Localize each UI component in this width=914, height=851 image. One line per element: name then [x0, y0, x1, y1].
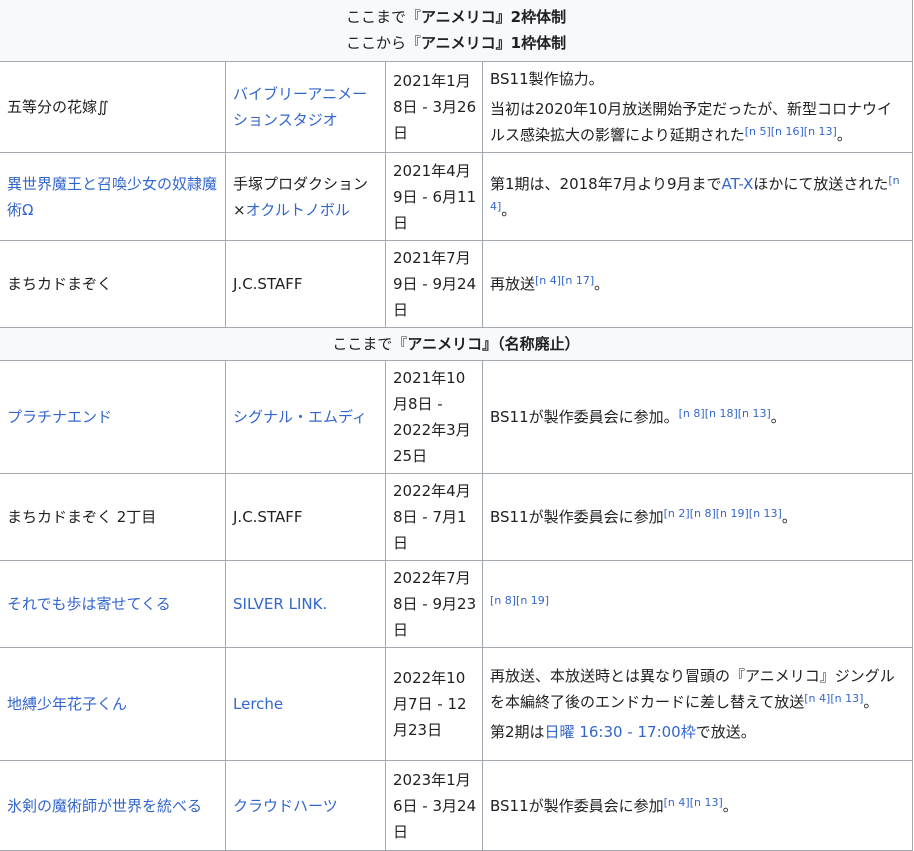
note-line: BS11製作協力。	[490, 70, 604, 88]
note-cell: BS11が製作委員会に参加[n 4][n 13]。	[481, 760, 914, 851]
studio-link[interactable]: Lerche	[233, 695, 283, 713]
note-cell: [n 8][n 19]	[481, 560, 914, 648]
at-x-link[interactable]: AT-X	[722, 175, 754, 193]
separator-cell: ここまで『アニメリコ』2枠体制 ここから『アニメリコ』1枠体制	[0, 0, 914, 62]
title-link[interactable]: プラチナエンド	[7, 408, 112, 426]
date-cell: 2021年7月9日 - 9月24日	[385, 240, 483, 328]
note-cell: 第1期は、2018年7月より9月までAT-Xほかにて放送された[n 4]。	[481, 152, 914, 241]
studio-link[interactable]: クラウドハーツ	[233, 797, 338, 815]
title-cell[interactable]: 異世界魔王と召喚少女の奴隷魔術Ω	[0, 152, 226, 241]
note-cell: BS11が製作委員会に参加[n 2][n 8][n 19][n 13]。	[481, 473, 914, 561]
reference-links[interactable]: [n 4][n 13]	[804, 692, 863, 705]
studio-cell[interactable]: SILVER LINK.	[225, 560, 386, 648]
table-row: 異世界魔王と召喚少女の奴隷魔術Ω 手塚プロダクション×オクルトノボル 2021年…	[0, 152, 914, 241]
studio-link[interactable]: シグナル・エムディ	[233, 408, 367, 426]
note-line: 当初は2020年10月放送開始予定だったが、新型コロナウイルス感染拡大の影響によ…	[490, 100, 892, 144]
date-cell: 2021年10月8日 - 2022年3月25日	[385, 360, 483, 474]
separator-until-two-slots: ここまで『アニメリコ』2枠体制	[345, 8, 567, 26]
note-cell: BS11製作協力。 当初は2020年10月放送開始予定だったが、新型コロナウイル…	[481, 61, 914, 153]
date-cell: 2021年1月8日 - 3月26日	[385, 61, 483, 153]
date-cell: 2021年4月9日 - 6月11日	[385, 152, 483, 241]
table-row: 五等分の花嫁∬ バイブリーアニメーションスタジオ 2021年1月8日 - 3月2…	[0, 61, 914, 153]
studio-link[interactable]: バイブリーアニメーションスタジオ	[233, 85, 367, 129]
studio-cell: 手塚プロダクション×オクルトノボル	[225, 152, 386, 241]
studio-cell: J.C.STAFF	[225, 240, 386, 328]
studio-cell: J.C.STAFF	[225, 473, 386, 561]
broadcast-table: ここまで『アニメリコ』2枠体制 ここから『アニメリコ』1枠体制 五等分の花嫁∬ …	[0, 0, 914, 851]
table-row: まちカドまぞく J.C.STAFF 2021年7月9日 - 9月24日 再放送[…	[0, 240, 914, 328]
title-link[interactable]: 異世界魔王と召喚少女の奴隷魔術Ω	[7, 175, 217, 219]
table-row: まちカドまぞく 2丁目 J.C.STAFF 2022年4月8日 - 7月1日 B…	[0, 473, 914, 561]
note-line: 再放送、本放送時とは異なり冒頭の『アニメリコ』ジングルを本編終了後のエンドカード…	[490, 667, 895, 711]
studio-cell[interactable]: クラウドハーツ	[225, 760, 386, 851]
table-row: プラチナエンド シグナル・エムディ 2021年10月8日 - 2022年3月25…	[0, 360, 914, 474]
date-cell: 2023年1月6日 - 3月24日	[385, 760, 483, 851]
reference-links[interactable]: [n 8][n 18][n 13]	[679, 407, 771, 420]
title-cell[interactable]: 地縛少年花子くん	[0, 647, 226, 761]
note-cell: BS11が製作委員会に参加。[n 8][n 18][n 13]。	[481, 360, 914, 474]
title-link[interactable]: 氷剣の魔術師が世界を統べる	[7, 797, 202, 815]
note-line: 第2期は日曜 16:30 - 17:00枠で放送。	[490, 723, 756, 741]
title-link[interactable]: 地縛少年花子くん	[7, 695, 127, 713]
reference-links[interactable]: [n 5][n 16][n 13]	[745, 125, 837, 138]
title-cell: 五等分の花嫁∬	[0, 61, 226, 153]
title-cell[interactable]: プラチナエンド	[0, 360, 226, 474]
table-row: それでも歩は寄せてくる SILVER LINK. 2022年7月8日 - 9月2…	[0, 560, 914, 648]
note-cell: 再放送、本放送時とは異なり冒頭の『アニメリコ』ジングルを本編終了後のエンドカード…	[481, 647, 914, 761]
separator-row: ここまで『アニメリコ』2枠体制 ここから『アニメリコ』1枠体制	[0, 0, 914, 62]
title-link[interactable]: それでも歩は寄せてくる	[7, 595, 171, 613]
separator-row: ここまで『アニメリコ』（名称廃止）	[0, 327, 914, 361]
title-cell: まちカドまぞく	[0, 240, 226, 328]
date-cell: 2022年7月8日 - 9月23日	[385, 560, 483, 648]
reference-links[interactable]: [n 4][n 17]	[535, 274, 594, 287]
note-cell: 再放送[n 4][n 17]。	[481, 240, 914, 328]
reference-links[interactable]: [n 4][n 13]	[664, 796, 723, 809]
sunday-slot-link[interactable]: 日曜 16:30 - 17:00枠	[545, 723, 696, 741]
separator-from-one-slot: ここから『アニメリコ』1枠体制	[345, 34, 567, 52]
studio-cell[interactable]: バイブリーアニメーションスタジオ	[225, 61, 386, 153]
studio-link[interactable]: SILVER LINK.	[233, 595, 327, 613]
separator-cell: ここまで『アニメリコ』（名称廃止）	[0, 327, 914, 361]
title-cell[interactable]: それでも歩は寄せてくる	[0, 560, 226, 648]
table-row: 地縛少年花子くん Lerche 2022年10月7日 - 12月23日 再放送、…	[0, 647, 914, 761]
reference-links[interactable]: [n 2][n 8][n 19][n 13]	[664, 507, 782, 520]
date-cell: 2022年10月7日 - 12月23日	[385, 647, 483, 761]
title-cell: まちカドまぞく 2丁目	[0, 473, 226, 561]
studio-cell[interactable]: シグナル・エムディ	[225, 360, 386, 474]
date-cell: 2022年4月8日 - 7月1日	[385, 473, 483, 561]
title-cell[interactable]: 氷剣の魔術師が世界を統べる	[0, 760, 226, 851]
studio-link[interactable]: オクルトノボル	[246, 201, 350, 219]
reference-links[interactable]: [n 8][n 19]	[490, 594, 549, 607]
studio-cell[interactable]: Lerche	[225, 647, 386, 761]
table-row: 氷剣の魔術師が世界を統べる クラウドハーツ 2023年1月6日 - 3月24日 …	[0, 760, 914, 851]
